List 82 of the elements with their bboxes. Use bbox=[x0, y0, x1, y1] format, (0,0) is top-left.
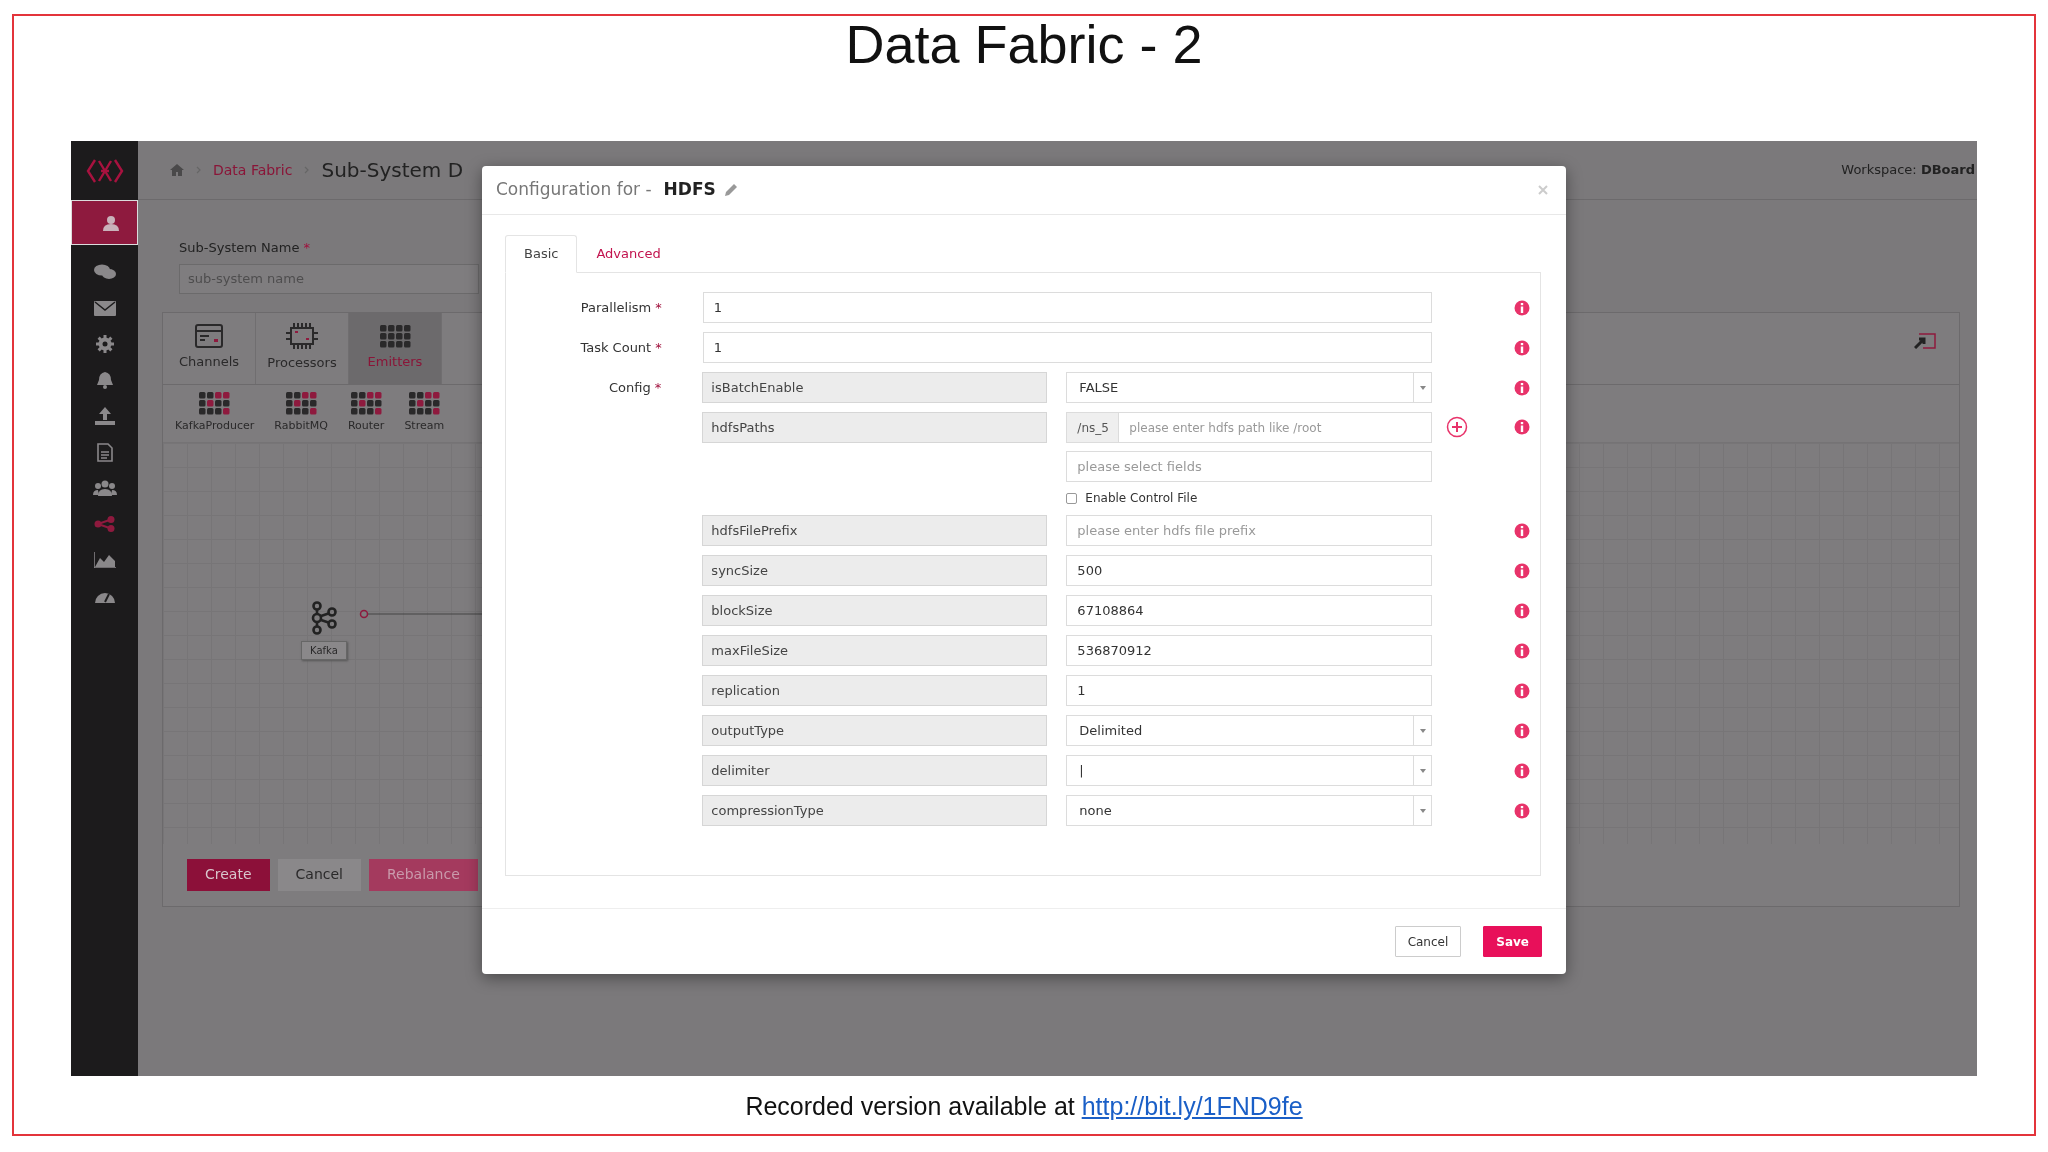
palette-item[interactable]: Router bbox=[343, 391, 389, 435]
info-icon[interactable] bbox=[1514, 682, 1531, 699]
key-field[interactable]: syncSize bbox=[702, 555, 1048, 586]
home-icon[interactable] bbox=[170, 164, 184, 176]
key-field[interactable]: maxFileSize bbox=[702, 635, 1048, 666]
info-icon[interactable] bbox=[1514, 602, 1531, 619]
field-label: Parallelism * bbox=[580, 299, 662, 315]
key-field[interactable]: delimiter bbox=[702, 755, 1048, 786]
group-icon[interactable] bbox=[92, 480, 117, 496]
key-field[interactable]: replication bbox=[702, 675, 1048, 706]
key-field[interactable]: isBatchEnable bbox=[702, 372, 1048, 403]
info-icon[interactable] bbox=[1514, 419, 1531, 435]
palette-item[interactable]: KafkaProducer bbox=[171, 391, 259, 435]
envelope-icon[interactable] bbox=[93, 300, 116, 316]
modal-title: HDFS bbox=[663, 178, 716, 202]
node-label: Kafka bbox=[301, 640, 347, 660]
fullscreen-icon[interactable] bbox=[1914, 333, 1936, 349]
save-button[interactable]: Save bbox=[1483, 926, 1542, 957]
field-label: Task Count * bbox=[580, 339, 662, 355]
action-button[interactable]: Create bbox=[187, 858, 270, 891]
key-field[interactable]: hdfsPaths bbox=[702, 412, 1048, 443]
tab[interactable]: Advanced bbox=[577, 235, 680, 272]
key-field[interactable]: blockSize bbox=[702, 595, 1048, 626]
modal-title-prefix: Configuration for - bbox=[496, 178, 652, 202]
checkbox[interactable] bbox=[1066, 492, 1078, 504]
slide-title: Data Fabric - 2 bbox=[844, 16, 1204, 72]
settings-icon[interactable] bbox=[95, 335, 114, 353]
input-field[interactable]: 1 bbox=[1066, 675, 1433, 706]
window-icon bbox=[195, 324, 223, 349]
cancel-button[interactable]: Cancel bbox=[1394, 926, 1462, 957]
caret-icon bbox=[1419, 808, 1426, 813]
pencil-icon[interactable] bbox=[723, 183, 738, 197]
caret-icon bbox=[1419, 385, 1426, 390]
info-icon[interactable] bbox=[1514, 522, 1531, 539]
dropdown[interactable]: | bbox=[1066, 755, 1433, 786]
action-button[interactable]: Cancel bbox=[277, 858, 361, 891]
key-field[interactable]: compressionType bbox=[702, 795, 1048, 826]
bell-icon[interactable] bbox=[95, 371, 114, 389]
input-field[interactable]: 1 bbox=[702, 292, 1433, 323]
workspace-label: Workspace: DBoard bbox=[1841, 161, 1975, 180]
document-icon[interactable] bbox=[96, 442, 113, 462]
palette-item[interactable]: RabbitMQ bbox=[270, 391, 332, 435]
field-label: Sub-System Name * bbox=[179, 239, 311, 257]
key-field[interactable]: outputType bbox=[702, 715, 1048, 746]
grid-icon bbox=[350, 391, 382, 415]
caption-link[interactable]: http://bit.ly/1FND9fe bbox=[1081, 1092, 1303, 1120]
caret-icon bbox=[1419, 728, 1426, 733]
chat-icon[interactable] bbox=[93, 264, 116, 280]
key-field[interactable]: hdfsFilePrefix bbox=[702, 515, 1048, 546]
info-icon[interactable] bbox=[1514, 642, 1531, 659]
dropdown[interactable]: Delimited bbox=[1066, 715, 1433, 746]
chip-icon bbox=[286, 323, 318, 350]
tab[interactable]: Basic bbox=[505, 235, 578, 273]
grid-icon bbox=[199, 391, 231, 415]
input-field[interactable]: 500 bbox=[1066, 555, 1433, 586]
field-label: Config * bbox=[609, 379, 662, 395]
info-icon[interactable] bbox=[1514, 722, 1531, 739]
info-icon[interactable] bbox=[1514, 562, 1531, 579]
info-icon[interactable] bbox=[1514, 379, 1531, 396]
add-icon[interactable] bbox=[1446, 416, 1469, 438]
info-icon[interactable] bbox=[1514, 802, 1531, 819]
caret-icon bbox=[1419, 768, 1426, 773]
info-icon[interactable] bbox=[1514, 299, 1531, 316]
upload-icon[interactable] bbox=[94, 407, 115, 425]
input-field[interactable]: 536870912 bbox=[1066, 635, 1433, 666]
palette-item[interactable]: Stream bbox=[400, 391, 449, 435]
path-prefix: /ns_5 bbox=[1066, 412, 1120, 443]
checkbox-label: Enable Control File bbox=[1085, 490, 1198, 507]
info-icon[interactable] bbox=[1514, 762, 1531, 779]
info-icon[interactable] bbox=[1514, 339, 1531, 356]
dropdown[interactable]: FALSE bbox=[1066, 372, 1433, 403]
grid-icon bbox=[379, 324, 411, 348]
page-title: Sub-System D bbox=[321, 157, 464, 184]
area-chart-icon[interactable] bbox=[93, 552, 116, 568]
palette-tab[interactable]: Channels bbox=[163, 312, 256, 384]
user-icon[interactable] bbox=[101, 214, 120, 231]
grid-icon bbox=[285, 391, 317, 415]
caption-text: Recorded version available at http://bit.ly/1FND9fe bbox=[744, 1091, 1304, 1122]
input-field[interactable]: 1 bbox=[702, 332, 1433, 363]
dropdown[interactable]: none bbox=[1066, 795, 1433, 826]
grid-icon bbox=[408, 391, 440, 415]
input-field[interactable]: 67108864 bbox=[1066, 595, 1433, 626]
